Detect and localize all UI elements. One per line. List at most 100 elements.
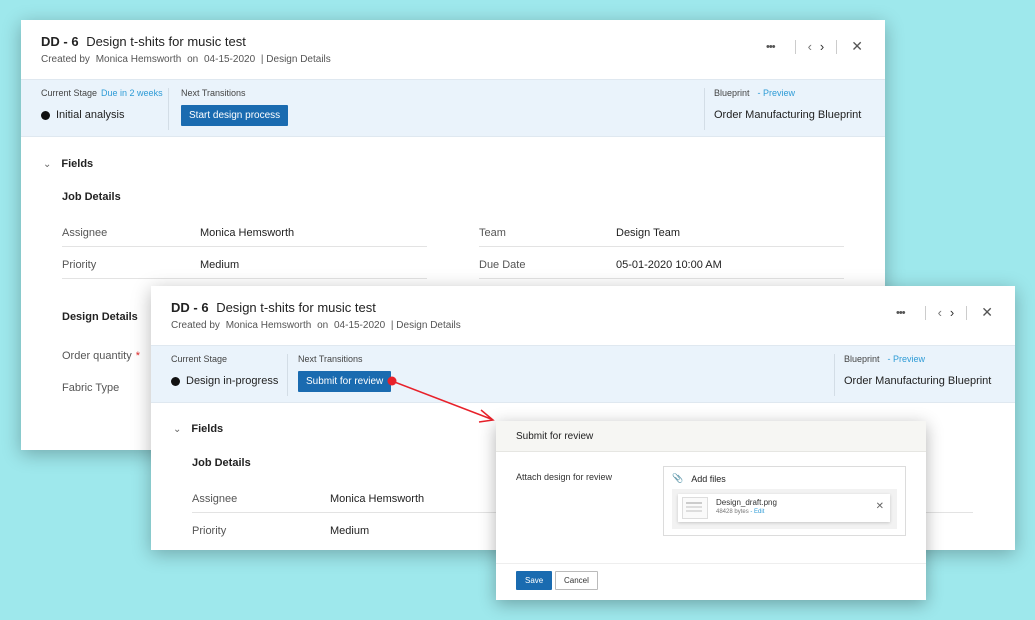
module-name: | Design Details [390, 320, 461, 331]
preview-link[interactable]: - Preview [888, 354, 926, 364]
field-label: Due Date [479, 259, 526, 271]
dialog-title: Submit for review [496, 421, 926, 452]
current-stage-label-text: Current Stage [41, 88, 98, 98]
submit-for-review-button[interactable]: Submit for review [298, 371, 392, 392]
close-icon[interactable]: ✕ [876, 501, 884, 512]
divider [168, 88, 169, 130]
field-row-assignee: Assignee Monica Hemsworth [62, 217, 427, 247]
header-actions: ••• ‹ › ✕ [896, 304, 993, 321]
divider [966, 305, 968, 320]
current-stage-label: Current Stage Due in 2 weeks [41, 88, 163, 98]
field-label-text: Order quantity [62, 350, 132, 362]
record-header: DD - 6 Design t-shits for music test Cre… [21, 20, 885, 79]
stage-bar: Current Stage Design in-progress Next Tr… [151, 345, 1015, 403]
blueprint-label-text: Blueprint [714, 88, 750, 98]
chevron-left-icon[interactable]: ‹ [938, 305, 942, 320]
field-value[interactable]: Monica Hemsworth [330, 493, 424, 505]
created-by-label: Created by [171, 320, 220, 331]
created-by-name: Monica Hemsworth [225, 320, 312, 331]
field-label: Assignee [192, 493, 238, 505]
cancel-button[interactable]: Cancel [555, 571, 598, 590]
field-row-team: Team Design Team [479, 217, 844, 247]
field-label: Priority [192, 525, 227, 537]
divider [834, 354, 835, 396]
chevron-right-icon[interactable]: › [820, 39, 824, 54]
current-stage: Design in-progress [171, 375, 278, 387]
fields-section-toggle[interactable]: ⌄ Fields [173, 423, 223, 435]
record-id: DD - 6 [41, 34, 79, 49]
file-upload-box: 📎 Add files Design_draft.png 48428 bytes… [663, 466, 906, 536]
current-stage-value: Initial analysis [56, 109, 125, 121]
file-size: 48428 bytes - Edit [716, 509, 764, 515]
divider [794, 39, 796, 54]
fields-heading: Fields [61, 158, 94, 170]
record-title: DD - 6 Design t-shits for music test [171, 300, 376, 315]
file-edit-link[interactable]: - Edit [750, 509, 764, 515]
field-row-priority: Priority Medium [62, 249, 427, 279]
add-files-label: Add files [691, 473, 726, 484]
field-value[interactable]: Medium [200, 259, 239, 271]
on-label: on [187, 54, 199, 65]
next-transitions-label: Next Transitions [298, 354, 363, 364]
more-horizontal-icon[interactable]: ••• [766, 41, 776, 53]
record-name: Design t-shits for music test [86, 34, 246, 49]
field-row-due-date: Due Date 05-01-2020 10:00 AM [479, 249, 844, 279]
file-name: Design_draft.png [716, 498, 777, 507]
more-horizontal-icon[interactable]: ••• [896, 307, 906, 319]
due-badge: Due in 2 weeks [101, 88, 163, 98]
save-button[interactable]: Save [516, 571, 553, 590]
on-label: on [317, 320, 329, 331]
chevron-down-icon: ⌄ [43, 158, 52, 170]
attached-file: Design_draft.png 48428 bytes - Edit ✕ [678, 494, 890, 522]
blueprint-name: Order Manufacturing Blueprint [844, 375, 992, 387]
field-value[interactable]: Medium [330, 525, 369, 537]
record-title: DD - 6 Design t-shits for music test [41, 34, 246, 49]
module-name: | Design Details [260, 54, 331, 65]
field-label: Fabric Type [62, 382, 120, 394]
attached-files-area: Design_draft.png 48428 bytes - Edit ✕ [672, 489, 897, 529]
current-stage-label: Current Stage [171, 354, 228, 364]
preview-link[interactable]: - Preview [758, 88, 796, 98]
close-icon[interactable]: ✕ [981, 304, 993, 321]
job-details-heading: Job Details [62, 191, 121, 203]
created-by-name: Monica Hemsworth [95, 54, 182, 65]
record-meta: Created by Monica Hemsworth on 04-15-202… [41, 54, 334, 65]
chevron-left-icon[interactable]: ‹ [808, 39, 812, 54]
stage-dot-icon [41, 110, 50, 120]
record-id: DD - 6 [171, 300, 209, 315]
design-details-heading: Design Details [62, 311, 138, 323]
stage-dot-icon [171, 376, 180, 386]
record-header: DD - 6 Design t-shits for music test Cre… [151, 286, 1015, 345]
divider [836, 39, 838, 54]
field-row-order-quantity: Order quantity * [62, 340, 162, 370]
created-by-label: Created by [41, 54, 90, 65]
header-actions: ••• ‹ › ✕ [766, 38, 863, 55]
divider [496, 563, 926, 564]
chevron-down-icon: ⌄ [173, 423, 182, 435]
blueprint-label: Blueprint - Preview [714, 88, 795, 98]
file-size-value: 48428 bytes [716, 509, 749, 515]
add-files-button[interactable]: 📎 Add files [672, 473, 726, 484]
field-label: Assignee [62, 227, 108, 239]
chevron-right-icon[interactable]: › [950, 305, 954, 320]
field-value[interactable]: Design Team [616, 227, 680, 239]
field-label: Priority [62, 259, 97, 271]
close-icon[interactable]: ✕ [851, 38, 863, 55]
next-transitions-label: Next Transitions [181, 88, 246, 98]
divider [287, 354, 288, 396]
stage-bar: Current Stage Due in 2 weeks Initial anal… [21, 79, 885, 137]
blueprint-label-text: Blueprint [844, 354, 880, 364]
fields-section-toggle[interactable]: ⌄ Fields [43, 158, 93, 170]
record-meta: Created by Monica Hemsworth on 04-15-202… [171, 320, 464, 331]
fields-heading: Fields [191, 423, 224, 435]
required-marker: * [135, 350, 140, 362]
divider [924, 305, 926, 320]
field-value[interactable]: 05-01-2020 10:00 AM [616, 259, 722, 271]
submit-review-dialog: Submit for review Attach design for revi… [496, 421, 926, 600]
start-design-process-button[interactable]: Start design process [181, 105, 289, 126]
field-value[interactable]: Monica Hemsworth [200, 227, 294, 239]
current-stage: Initial analysis [41, 109, 124, 121]
field-row-fabric-type: Fabric Type [62, 372, 162, 402]
created-date: 04-15-2020 [333, 320, 386, 331]
paperclip-icon: 📎 [672, 473, 684, 483]
